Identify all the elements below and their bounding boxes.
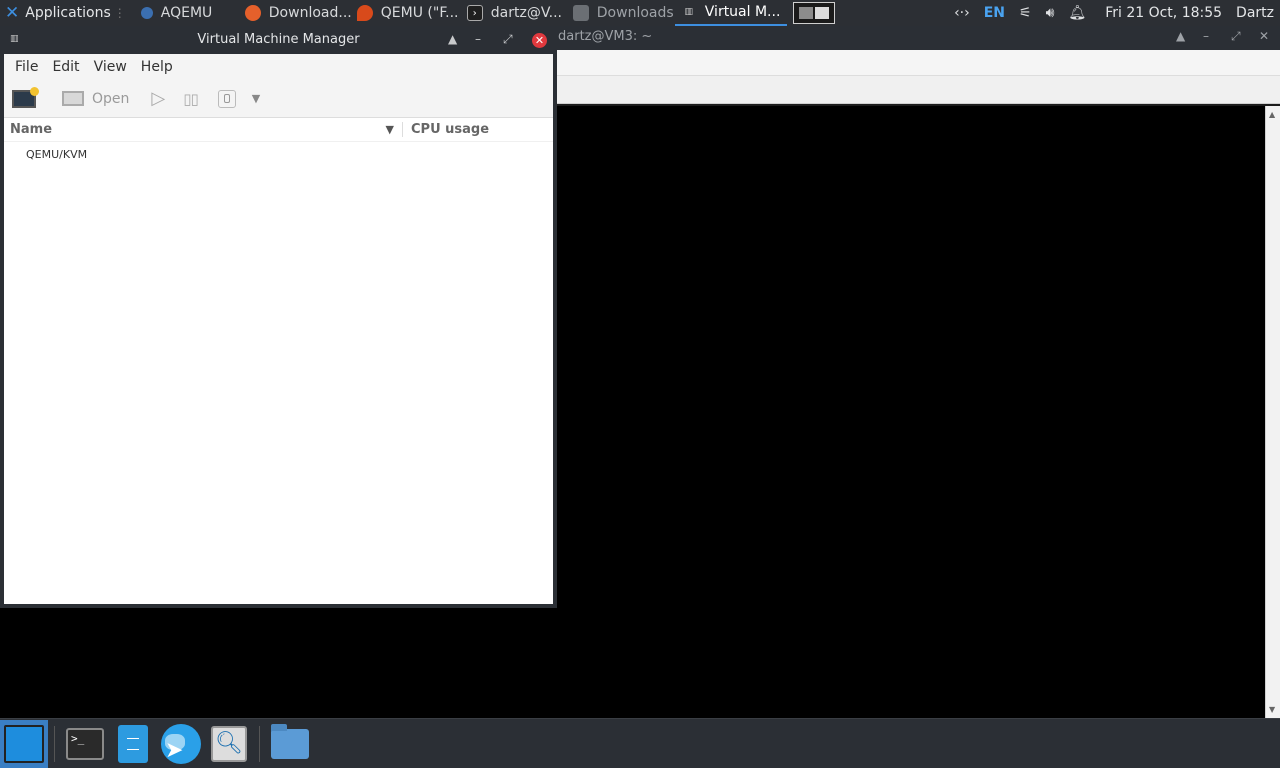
menu-help[interactable]: Help xyxy=(134,59,180,75)
column-cpu-usage[interactable]: CPU usage xyxy=(402,122,489,137)
column-cpu-label: CPU usage xyxy=(411,122,490,137)
app-finder-launcher[interactable]: 🔍︎ xyxy=(205,720,253,768)
column-name-label: Name xyxy=(10,122,53,137)
terminal-icon: › xyxy=(466,5,483,21)
user-menu[interactable]: Dartz xyxy=(1236,5,1280,21)
firefox-icon xyxy=(244,5,261,21)
open-button[interactable]: Open xyxy=(62,91,129,107)
workspace-thumb xyxy=(798,7,813,19)
task-label: QEMU ("F... xyxy=(380,5,459,21)
vmm-icon: ▥ xyxy=(684,7,694,17)
task-firefox[interactable]: Download... xyxy=(239,0,351,26)
vmm-titlebar[interactable]: ▥ Virtual Machine Manager ▲ – ⤢ ✕ xyxy=(0,26,557,54)
minimize-icon[interactable]: – xyxy=(1203,29,1209,43)
web-browser-launcher[interactable]: ➤ xyxy=(157,720,205,768)
dock: >_ ➤ 🔍︎ xyxy=(0,718,1280,768)
connection-row[interactable]: QEMU/KVM xyxy=(4,142,553,166)
terminal-launcher[interactable]: >_ xyxy=(61,720,109,768)
shutdown-button[interactable] xyxy=(217,89,236,108)
xfce-logo-icon: ✕ xyxy=(5,3,20,23)
menu-view[interactable]: View xyxy=(87,59,134,75)
shade-icon[interactable]: ▲ xyxy=(448,32,457,46)
chevron-down-icon: ▼ xyxy=(251,92,261,105)
shutdown-menu-button[interactable]: ▼ xyxy=(252,92,260,105)
sort-down-icon: ▼ xyxy=(385,123,394,136)
clock[interactable]: Fri 21 Oct, 18:55 xyxy=(1093,5,1236,21)
connection-name: QEMU/KVM xyxy=(26,147,88,161)
pointer-icon: ➤ xyxy=(165,737,184,763)
home-folder-launcher[interactable] xyxy=(266,720,314,768)
workspace-thumb xyxy=(814,7,829,19)
search-icon: 🔍︎ xyxy=(211,725,247,762)
task-label: dartz@V... xyxy=(490,5,562,21)
power-icon xyxy=(217,89,236,108)
notification-bell-icon[interactable]: 🔔︎ xyxy=(1061,5,1093,21)
scroll-down-icon[interactable]: ▼ xyxy=(1269,705,1275,714)
minimize-icon[interactable]: – xyxy=(475,32,481,46)
network-arrows-icon[interactable]: ‹·› xyxy=(947,5,977,21)
task-downloads[interactable]: Downloads xyxy=(567,0,675,26)
keyboard-layout[interactable]: EN xyxy=(977,5,1012,21)
column-name[interactable]: Name ▼ xyxy=(4,122,394,137)
new-vm-icon xyxy=(12,86,39,108)
file-cabinet-icon xyxy=(118,724,148,763)
task-terminal[interactable]: › dartz@V... xyxy=(461,0,567,26)
task-qemu[interactable]: QEMU ("F... xyxy=(351,0,461,26)
qemu-icon xyxy=(356,5,373,21)
monitor-icon xyxy=(62,91,84,106)
folder-icon xyxy=(271,723,309,759)
applications-label: Applications xyxy=(25,5,111,21)
new-vm-button[interactable] xyxy=(10,86,39,108)
vmm-menubar: File Edit View Help xyxy=(4,54,553,80)
terminal-scrollbar[interactable]: ▲ ▼ xyxy=(1265,106,1280,718)
desktop-icon xyxy=(4,724,44,763)
play-icon: ▷ xyxy=(151,88,166,109)
menu-file[interactable]: File xyxy=(8,59,45,75)
aqemu-icon xyxy=(140,7,153,19)
close-button[interactable]: ✕ xyxy=(532,33,547,48)
vm-list-header: Name ▼ CPU usage xyxy=(4,118,553,142)
maximize-icon[interactable]: ⤢ xyxy=(503,32,513,47)
separator-icon: ⋮ xyxy=(113,6,126,20)
task-label: AQEMU xyxy=(160,5,213,21)
pause-icon: ▯▯ xyxy=(183,89,198,108)
volume-icon[interactable]: 🔊︎ xyxy=(1039,5,1062,21)
file-manager-launcher[interactable] xyxy=(109,720,157,768)
workspace-switcher[interactable] xyxy=(792,2,835,24)
task-virtual-machine-manager[interactable]: ▥ Virtual M... xyxy=(674,0,787,26)
vmm-title: Virtual Machine Manager xyxy=(197,32,360,47)
task-label: Virtual M... xyxy=(704,4,781,20)
task-label: Download... xyxy=(268,5,351,21)
show-desktop-button[interactable] xyxy=(0,719,48,768)
folder-icon xyxy=(572,5,589,21)
scroll-up-icon[interactable]: ▲ xyxy=(1269,110,1275,119)
restore-icon[interactable]: ⤢ xyxy=(1231,29,1241,44)
vmm-window: ▥ Virtual Machine Manager ▲ – ⤢ ✕ File E… xyxy=(0,26,557,608)
terminal-icon: >_ xyxy=(66,727,104,760)
vmm-toolbar: Open ▷ ▯▯ ▼ xyxy=(4,80,553,118)
dock-separator xyxy=(259,725,260,762)
terminal-title: dartz@VM3: ~ xyxy=(558,29,653,44)
applications-menu[interactable]: ✕ Applications ⋮ xyxy=(0,0,135,26)
task-aqemu[interactable]: AQEMU xyxy=(135,0,239,26)
top-panel: ✕ Applications ⋮ AQEMU Download... QEMU … xyxy=(0,0,1280,26)
maximize-icon[interactable]: ▲ xyxy=(1176,29,1185,43)
task-label: Downloads xyxy=(596,5,674,21)
dock-separator xyxy=(54,725,55,762)
menu-edit[interactable]: Edit xyxy=(45,59,86,75)
system-tray: ‹·› EN ⚟ 🔊︎ 🔔︎ Fri 21 Oct, 18:55 Dartz xyxy=(947,0,1280,26)
open-label: Open xyxy=(92,90,130,107)
close-icon[interactable]: ✕ xyxy=(1259,29,1269,43)
pause-button[interactable]: ▯▯ xyxy=(183,90,198,108)
network-icon[interactable]: ⚟ xyxy=(1012,5,1039,21)
run-button[interactable]: ▷ xyxy=(151,88,165,109)
